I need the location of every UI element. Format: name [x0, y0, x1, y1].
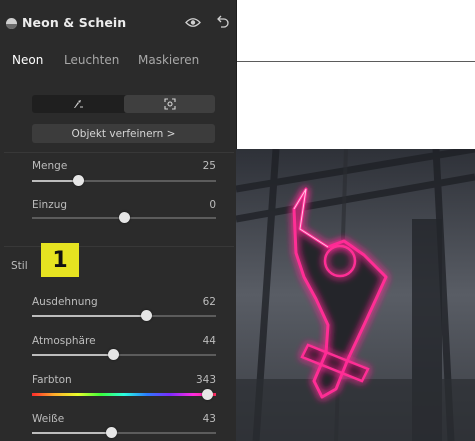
menge-value: 25 [202, 160, 216, 172]
menge-slider-handle[interactable] [73, 175, 84, 186]
atmosphaere-slider-fill [32, 354, 113, 356]
neon-skater-photo [236, 149, 475, 441]
divider [4, 152, 234, 153]
preview-image [236, 149, 475, 441]
weisse-slider-handle[interactable] [106, 427, 118, 438]
neon-panel: Neon & Schein Neon Leuchten Maskieren Ob… [0, 0, 237, 441]
globe-icon [6, 18, 17, 29]
step-badge: 1 [41, 243, 79, 277]
brush-icon [73, 100, 83, 108]
tab-leuchten[interactable]: Leuchten [64, 53, 119, 67]
panel-title: Neon & Schein [22, 15, 127, 30]
farbton-value: 343 [195, 374, 216, 386]
ausdehnung-slider[interactable] [32, 310, 216, 321]
eye-icon[interactable] [185, 17, 201, 28]
ausdehnung-slider-handle[interactable] [141, 310, 153, 321]
menge-slider[interactable] [32, 175, 216, 186]
ausdehnung-slider-fill [32, 315, 147, 317]
object-select-button[interactable] [124, 95, 215, 113]
atmosphaere-value: 44 [202, 335, 216, 347]
atmosphaere-slider[interactable] [32, 349, 216, 360]
menge-label: Menge [32, 160, 68, 172]
ausdehnung-value: 62 [202, 296, 216, 308]
weisse-slider-fill [32, 432, 112, 434]
menge-slider-fill [32, 180, 78, 182]
farbton-slider[interactable] [32, 389, 216, 400]
tab-maskieren[interactable]: Maskieren [138, 53, 199, 67]
stil-section-label: Stil [11, 260, 28, 272]
weisse-slider[interactable] [32, 427, 216, 438]
weisse-label: Weiße [32, 413, 65, 425]
farbton-label: Farbton [32, 374, 72, 386]
farbton-slider-handle[interactable] [201, 389, 213, 400]
undo-icon[interactable] [217, 15, 229, 29]
divider [4, 246, 234, 247]
brush-mode-button[interactable] [32, 95, 123, 113]
weisse-value: 43 [202, 413, 216, 425]
einzug-value: 0 [209, 199, 216, 211]
ausdehnung-label: Ausdehnung [32, 296, 98, 308]
atmosphaere-label: Atmosphäre [32, 335, 96, 347]
mode-toggle [32, 95, 215, 113]
einzug-label: Einzug [32, 199, 68, 211]
panel-header: Neon & Schein [0, 0, 236, 44]
einzug-slider-handle[interactable] [119, 212, 130, 223]
object-select-icon [163, 98, 176, 110]
tab-neon[interactable]: Neon [12, 53, 43, 67]
atmosphaere-slider-handle[interactable] [107, 349, 119, 360]
refine-object-button[interactable]: Objekt verfeinern > [32, 124, 215, 143]
einzug-slider[interactable] [32, 212, 216, 223]
